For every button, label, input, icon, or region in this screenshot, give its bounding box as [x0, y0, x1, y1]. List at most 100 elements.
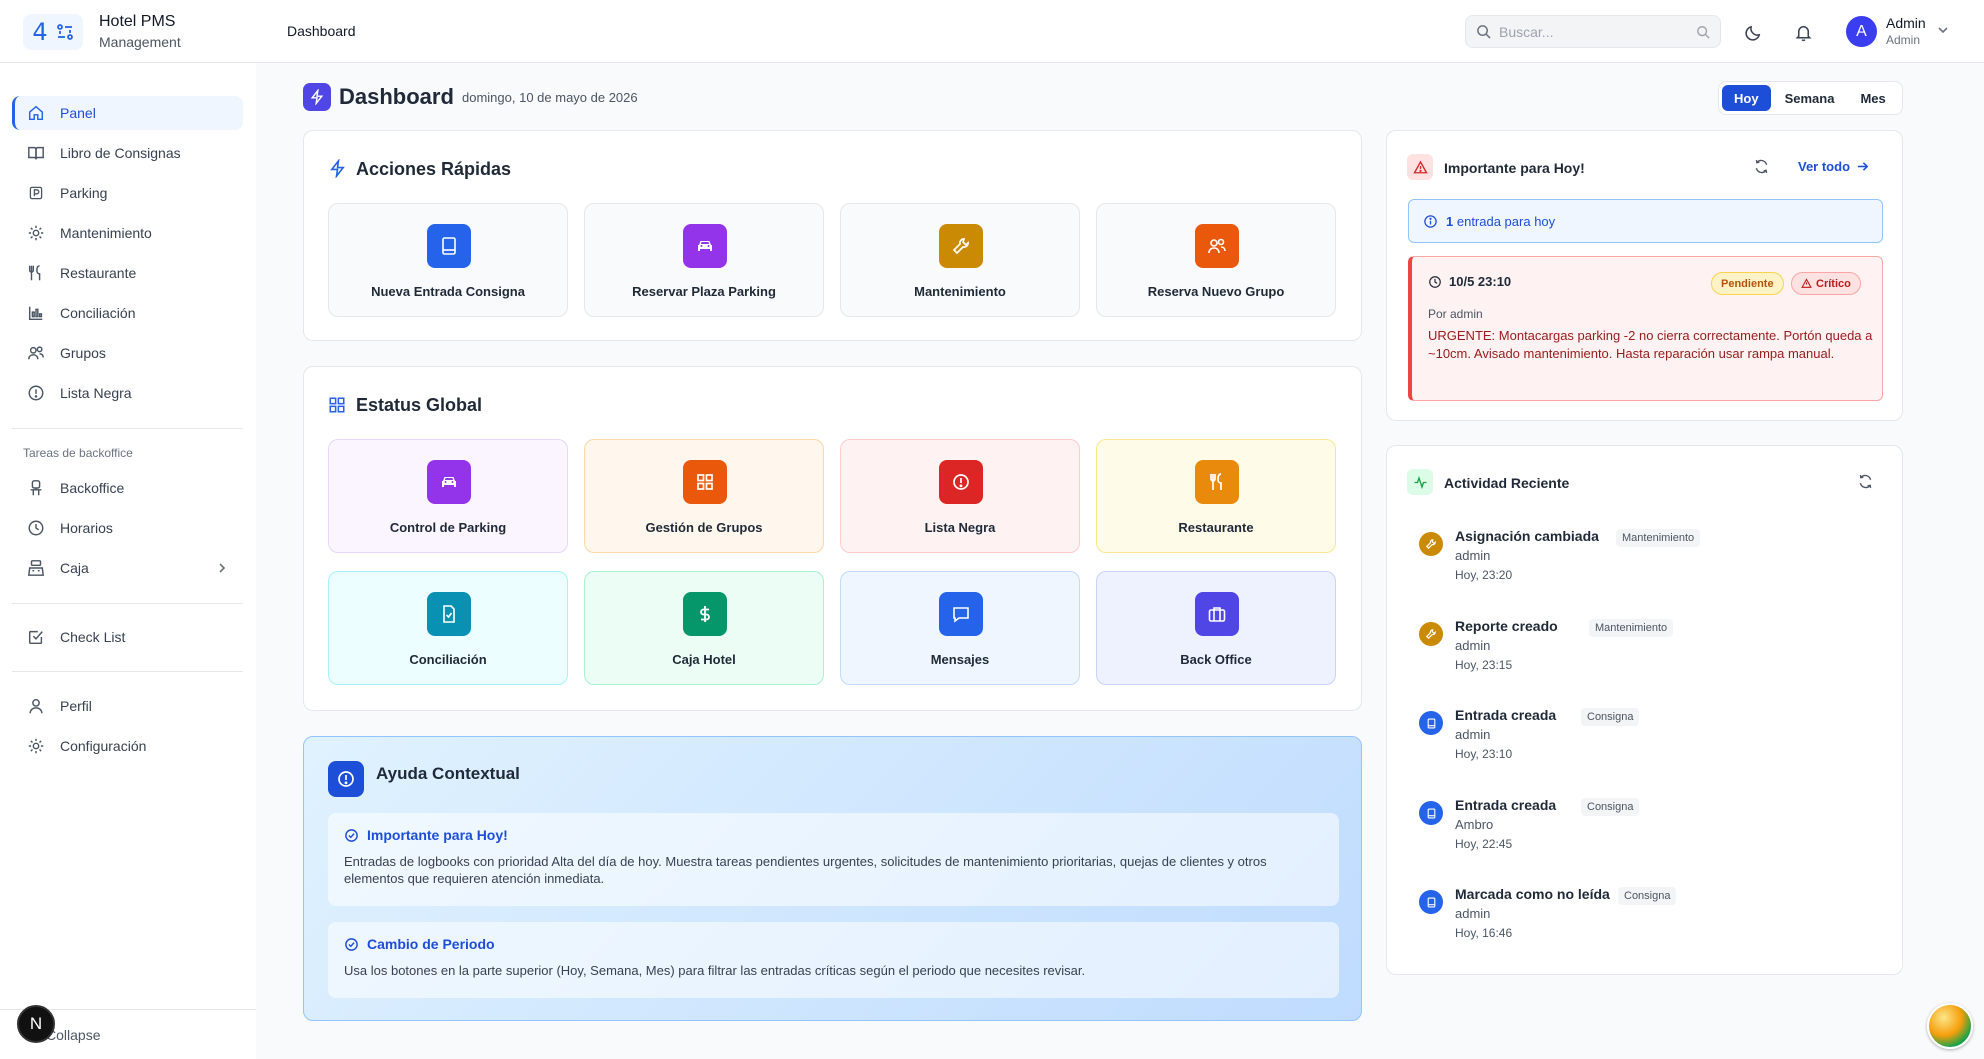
chevron-right-icon: [215, 561, 229, 575]
chair-icon: [26, 478, 46, 498]
sidebar-item-conciliacion[interactable]: Conciliación: [12, 296, 243, 330]
sidebar-item-label: Grupos: [60, 345, 106, 361]
assistant-avatar[interactable]: [1927, 1003, 1973, 1049]
period-hoy-button[interactable]: Hoy: [1722, 85, 1771, 111]
sidebar-item-grupos[interactable]: Grupos: [12, 336, 243, 370]
sidebar-section-label: Tareas de backoffice: [23, 446, 133, 460]
users-icon: [26, 343, 46, 363]
page-title: Dashboard: [339, 84, 454, 109]
critical-entry[interactable]: 10/5 23:10 Pendiente Crítico Por admin U…: [1408, 256, 1883, 401]
status-label: Restaurante: [1178, 520, 1254, 535]
clock-icon: [1428, 275, 1442, 289]
help-box-important: Importante para Hoy! Entradas de logbook…: [328, 813, 1339, 906]
briefcase-icon: [1195, 592, 1239, 636]
activity-time: Hoy, 23:15: [1455, 658, 1513, 672]
users-icon: [1195, 224, 1239, 268]
activity-name: Asignación cambiada: [1455, 528, 1599, 544]
status-lista-negra[interactable]: Lista Negra: [840, 439, 1080, 553]
global-status-card: Estatus Global Control de Parking Gestió…: [303, 366, 1362, 711]
dev-tools-badge[interactable]: N: [17, 1005, 55, 1043]
action-nueva-entrada-consigna[interactable]: Nueva Entrada Consigna: [328, 203, 568, 317]
book-icon: [427, 224, 471, 268]
activity-name: Reporte creado: [1455, 618, 1558, 634]
sidebar-item-caja[interactable]: Caja: [12, 551, 243, 585]
sidebar-item-mantenimiento[interactable]: Mantenimiento: [12, 216, 243, 250]
activity-item[interactable]: Entrada creada Consigna admin Hoy, 23:10: [1419, 707, 1879, 787]
page-date: domingo, 10 de mayo de 2026: [462, 90, 638, 105]
activity-item[interactable]: Entrada creada Consigna Ambro Hoy, 22:45: [1419, 797, 1879, 877]
sidebar-item-lista-negra[interactable]: Lista Negra: [12, 376, 243, 410]
activity-item[interactable]: Asignación cambiada Mantenimiento admin …: [1419, 528, 1879, 608]
action-mantenimiento[interactable]: Mantenimiento: [840, 203, 1080, 317]
sidebar-item-backoffice[interactable]: Backoffice: [12, 471, 243, 505]
activity-name: Entrada creada: [1455, 797, 1557, 813]
recent-activity-card: Actividad Reciente Asignación cambiada M…: [1386, 445, 1903, 975]
important-title: Importante para Hoy!: [1444, 160, 1585, 176]
car-icon: [427, 460, 471, 504]
notifications-button[interactable]: [1788, 17, 1818, 47]
file-check-icon: [427, 592, 471, 636]
entry-text: URGENTE: Montacargas parking -2 no cierr…: [1428, 328, 1873, 361]
entries-count-banner: 1 entrada para hoy: [1408, 199, 1883, 243]
book-icon: [1419, 890, 1443, 914]
action-reservar-plaza-parking[interactable]: Reservar Plaza Parking: [584, 203, 824, 317]
status-label: Lista Negra: [924, 520, 996, 535]
entries-count: 1: [1446, 213, 1454, 229]
user-name[interactable]: Admin: [1886, 15, 1926, 31]
help-box-heading: Cambio de Periodo: [367, 936, 495, 952]
activity-user: admin: [1455, 548, 1491, 563]
global-status-title: Estatus Global: [356, 395, 483, 415]
sidebar-item-parking[interactable]: Parking: [12, 176, 243, 210]
sidebar-item-horarios[interactable]: Horarios: [12, 511, 243, 545]
search-box: [1465, 15, 1721, 48]
sidebar-item-label: Parking: [60, 185, 108, 201]
activity-item[interactable]: Reporte creado Mantenimiento admin Hoy, …: [1419, 618, 1879, 698]
status-mensajes[interactable]: Mensajes: [840, 571, 1080, 685]
book-icon: [1419, 711, 1443, 735]
status-caja-hotel[interactable]: Caja Hotel: [584, 571, 824, 685]
action-label: Nueva Entrada Consigna: [371, 284, 525, 299]
wrench-icon: [1419, 532, 1443, 556]
app-logo[interactable]: 4: [23, 14, 83, 50]
sidebar-item-libro-consignas[interactable]: Libro de Consignas: [12, 136, 243, 170]
status-control-parking[interactable]: Control de Parking: [328, 439, 568, 553]
status-gestion-grupos[interactable]: Gestión de Grupos: [584, 439, 824, 553]
view-all-link[interactable]: Ver todo: [1798, 159, 1869, 174]
bell-icon: [1794, 23, 1813, 42]
status-conciliacion[interactable]: Conciliación: [328, 571, 568, 685]
entry-time: 10/5 23:10: [1449, 274, 1512, 289]
avatar[interactable]: A: [1846, 16, 1877, 47]
activity-item[interactable]: Marcada como no leída Consigna admin Hoy…: [1419, 886, 1879, 966]
search-input[interactable]: [1499, 23, 1688, 40]
sidebar-item-panel[interactable]: Panel: [12, 96, 243, 130]
activity-tag: Consigna: [1581, 798, 1640, 816]
status-label: Caja Hotel: [672, 652, 736, 667]
refresh-icon[interactable]: [1857, 473, 1874, 490]
sidebar-item-label: Perfil: [60, 698, 92, 714]
chevron-down-icon[interactable]: [1936, 23, 1950, 37]
contextual-help-card: Ayuda Contextual Importante para Hoy! En…: [303, 736, 1362, 1021]
help-box-period: Cambio de Periodo Usa los botones en la …: [328, 922, 1339, 998]
search-submit-icon[interactable]: [1696, 25, 1710, 39]
gear-icon: [26, 223, 46, 243]
quick-actions-card: Acciones Rápidas Nueva Entrada Consigna …: [303, 130, 1362, 341]
utensils-icon: [1195, 460, 1239, 504]
brand-title: Hotel PMS: [99, 13, 176, 30]
status-back-office[interactable]: Back Office: [1096, 571, 1336, 685]
dark-mode-toggle[interactable]: [1738, 17, 1768, 47]
sidebar-item-configuracion[interactable]: Configuración: [12, 729, 243, 763]
check-circle-icon: [344, 828, 359, 843]
refresh-icon[interactable]: [1753, 158, 1770, 175]
sidebar-item-perfil[interactable]: Perfil: [12, 689, 243, 723]
activity-user: admin: [1455, 638, 1491, 653]
sidebar-item-label: Caja: [60, 560, 89, 576]
period-semana-button[interactable]: Semana: [1773, 85, 1847, 111]
sidebar-item-check-list[interactable]: Check List: [12, 620, 243, 654]
sidebar-item-restaurante[interactable]: Restaurante: [12, 256, 243, 290]
period-mes-button[interactable]: Mes: [1848, 85, 1897, 111]
status-restaurante[interactable]: Restaurante: [1096, 439, 1336, 553]
logo-number: 4: [32, 18, 48, 46]
activity-icon: [1407, 469, 1433, 495]
action-reserva-nuevo-grupo[interactable]: Reserva Nuevo Grupo: [1096, 203, 1336, 317]
sidebar-item-label: Panel: [60, 105, 96, 121]
